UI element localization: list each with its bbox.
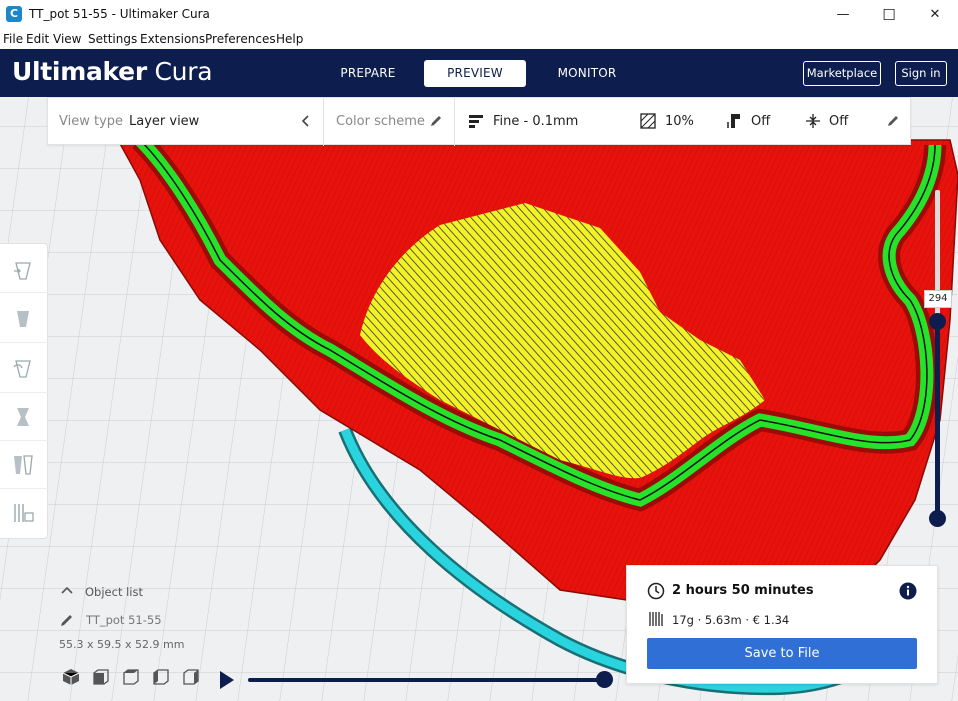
support-blocker-button[interactable] (8, 498, 38, 528)
adhesion-value[interactable]: Off (829, 114, 848, 129)
menu-view[interactable]: View (53, 32, 81, 46)
per-model-settings-icon (14, 455, 33, 475)
panel-divider (454, 98, 455, 146)
path-slider-handle[interactable] (596, 671, 613, 688)
close-button[interactable]: ✕ (912, 0, 958, 29)
info-icon[interactable] (899, 582, 917, 600)
spool-icon (649, 612, 663, 626)
logo-light-text: Cura (154, 57, 213, 86)
rotate-tool-button[interactable] (8, 354, 38, 384)
material-estimate: 17g · 5.63m · € 1.34 (672, 613, 790, 627)
print-time: 2 hours 50 minutes (672, 583, 814, 598)
clock-icon (647, 582, 665, 600)
support-icon (727, 114, 740, 128)
3d-view-icon[interactable] (61, 667, 81, 687)
layer-slider-range (935, 321, 940, 518)
pencil-icon[interactable] (428, 113, 444, 129)
object-list-toggle[interactable]: Object list (85, 585, 143, 599)
save-to-file-button[interactable]: Save to File (647, 638, 917, 669)
layer-bottom-handle[interactable] (929, 510, 946, 527)
profile-icon (469, 115, 483, 128)
chevron-left-icon[interactable] (298, 113, 314, 129)
tab-monitor[interactable]: MONITOR (546, 60, 628, 87)
minimize-button[interactable]: — (820, 0, 866, 29)
menu-file[interactable]: File (3, 32, 23, 46)
right-view-icon[interactable] (181, 667, 201, 687)
maximize-button[interactable]: ☐ (866, 0, 912, 29)
app-header: Ultimaker Cura PREPARE PREVIEW MONITOR M… (0, 49, 958, 97)
current-layer-field[interactable]: 294 (924, 290, 952, 308)
scale-tool-button[interactable] (8, 304, 38, 334)
support-value[interactable]: Off (751, 114, 770, 129)
object-name: TT_pot 51-55 (86, 613, 162, 627)
top-view-icon[interactable] (121, 667, 141, 687)
left-view-icon[interactable] (151, 667, 171, 687)
ultimaker-cura-logo: Ultimaker Cura (12, 57, 213, 86)
move-icon (14, 262, 31, 280)
chevron-up-icon[interactable] (61, 585, 73, 595)
front-view-icon[interactable] (91, 667, 111, 687)
menu-help[interactable]: Help (276, 32, 303, 46)
move-tool-button[interactable] (8, 256, 38, 286)
infill-value[interactable]: 10% (665, 114, 694, 129)
tab-preview[interactable]: PREVIEW (424, 60, 526, 87)
tool-bar (0, 243, 48, 539)
per-model-settings-button[interactable] (8, 450, 38, 480)
color-scheme-label[interactable]: Color scheme (336, 114, 425, 129)
mirror-tool-button[interactable] (8, 402, 38, 432)
view-type-dropdown[interactable]: Layer view (129, 114, 199, 129)
rotate-icon (13, 360, 31, 378)
logo-bold-text: Ultimaker (12, 57, 147, 86)
pencil-icon (61, 615, 72, 626)
print-job-panel: 2 hours 50 minutes 17g · 5.63m · € 1.34 … (626, 565, 938, 684)
pencil-icon[interactable] (885, 113, 901, 129)
view-options-panel: View type Layer view Color scheme Fine -… (47, 97, 911, 146)
sign-in-button[interactable]: Sign in (895, 61, 947, 86)
support-blocker-icon (14, 504, 34, 522)
window-titlebar: C TT_pot 51-55 - Ultimaker Cura — ☐ ✕ (0, 0, 958, 29)
marketplace-button[interactable]: Marketplace (803, 61, 881, 86)
mirror-icon (17, 408, 29, 426)
panel-divider (323, 98, 324, 146)
menu-settings[interactable]: Settings (88, 32, 137, 46)
menu-edit[interactable]: Edit (26, 32, 49, 46)
scale-icon (17, 311, 29, 327)
menu-preferences[interactable]: Preferences (205, 32, 276, 46)
infill-icon (640, 113, 656, 129)
play-icon[interactable] (218, 670, 236, 690)
profile-setting[interactable]: Fine - 0.1mm (493, 114, 578, 129)
window-title: TT_pot 51-55 - Ultimaker Cura (29, 7, 210, 21)
layer-path-slider[interactable] (248, 678, 604, 682)
menu-bar: File Edit View Settings Extensions Prefe… (0, 29, 958, 49)
object-dimensions: 55.3 x 59.5 x 52.9 mm (59, 638, 185, 651)
cura-app-icon: C (6, 6, 22, 22)
tab-prepare[interactable]: PREPARE (330, 60, 406, 87)
adhesion-icon (806, 114, 820, 128)
view-type-label: View type (59, 114, 124, 129)
menu-extensions[interactable]: Extensions (140, 32, 205, 46)
